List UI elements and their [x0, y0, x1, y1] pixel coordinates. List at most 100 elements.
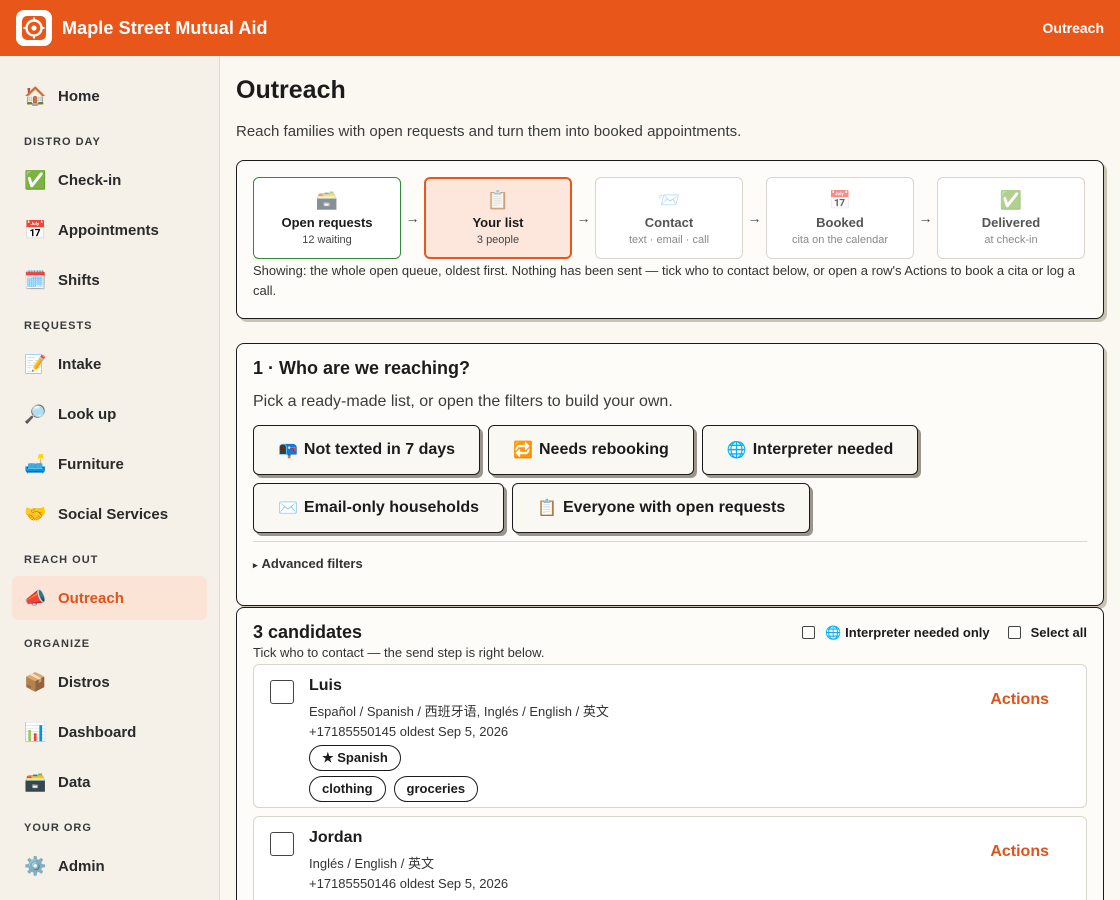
preset-label: Everyone with open requests [562, 499, 786, 516]
gear-icon: ⚙️ [24, 855, 47, 876]
sidebar: 🏠 Home DISTRO DAY ✅ Check-in 📅 Appointments 🗓… [0, 56, 220, 900]
magnifier-icon: 🔎 [24, 403, 47, 424]
house-icon: 🏠 [24, 85, 47, 106]
sidebar-item-outreach[interactable]: 📣 Outreach [12, 576, 207, 620]
sidebar-item-label: Appointments [58, 221, 159, 239]
preset-label: Email-only households [303, 499, 480, 516]
sidebar-item-label: Check-in [58, 171, 122, 189]
preset-email-only-households-button[interactable]: ✉️ Email-only households [253, 483, 505, 533]
clipboard-icon: 📋 [486, 190, 510, 210]
app-name[interactable]: Maple Street Mutual Aid [62, 18, 268, 39]
pipeline-step-open-requests[interactable]: 🗃️ Open requests 12 waiting [253, 177, 401, 259]
candidate-name: Luis [309, 677, 342, 694]
actions-button[interactable]: Actions [990, 843, 1049, 861]
sidebar-item-social-services[interactable]: 🤝 Social Services [12, 492, 207, 536]
step-subtitle: cita on the calendar [791, 234, 888, 246]
sidebar-item-label: Furniture [58, 455, 124, 473]
audience-title: 1 · Who are we reaching? [253, 358, 471, 378]
select-all[interactable]: Select all [1007, 625, 1087, 640]
candidate-row: Luis Español / Spanish / 西班牙语, Inglés / E… [253, 664, 1087, 808]
sidebar-item-check-in[interactable]: ✅ Check-in [12, 158, 207, 202]
advanced-filters-toggle[interactable]: ▸ Advanced filters [253, 556, 1087, 571]
actions-button[interactable]: Actions [990, 691, 1049, 709]
globe-icon: 🌐 [726, 442, 747, 459]
step-subtitle: 3 people [476, 234, 520, 246]
couch-icon: 🛋️ [24, 453, 47, 474]
step-subtitle: at check-in [984, 234, 1038, 246]
sidebar-item-label: Distros [58, 673, 110, 691]
arrow-right-icon: → [405, 210, 420, 226]
sidebar-item-appointments[interactable]: 📅 Appointments [12, 208, 207, 252]
select-all-checkbox[interactable] [1007, 626, 1021, 639]
envelope-icon: 📨 [657, 190, 681, 210]
pipeline-card: 🗃️ Open requests 12 waiting → 📋 Your list 3 pe… [236, 160, 1104, 319]
preset-label: Needs rebooking [539, 441, 669, 458]
clipboard-icon: 📋 [537, 500, 557, 517]
preset-needs-rebooking-button[interactable]: 🔁 Needs rebooking [488, 425, 694, 475]
advanced-filters-label: Advanced filters [261, 556, 363, 571]
org-logo-icon[interactable] [16, 10, 52, 46]
candidates-card: 3 candidates 🌐 Interpreter needed only S… [236, 607, 1104, 900]
tag-badge: clothing [309, 776, 386, 802]
step-title: Open requests [281, 215, 373, 230]
sidebar-item-data[interactable]: 🗃️ Data [12, 760, 207, 804]
pipeline-step-your-list[interactable]: 📋 Your list 3 people [424, 177, 572, 259]
candidate-name: Jordan [309, 829, 363, 846]
candidate-languages: Español / Spanish / 西班牙语, Inglés / Engli… [309, 704, 609, 719]
candidate-checkbox[interactable] [270, 680, 294, 704]
interpreter-filter-checkbox[interactable] [801, 626, 815, 639]
memo-icon: 📝 [24, 353, 47, 374]
interpreter-filter-label: Interpreter needed only [845, 625, 990, 640]
arrow-right-icon: → [576, 210, 591, 226]
sidebar-item-label: Home [58, 87, 100, 105]
header-outreach-link[interactable]: Outreach [1043, 20, 1104, 36]
sidebar-item-dashboard[interactable]: 📊 Dashboard [12, 710, 207, 754]
arrow-right-icon: → [918, 210, 933, 226]
preset-interpreter-needed-button[interactable]: 🌐 Interpreter needed [701, 425, 919, 475]
interpreter-filter[interactable]: 🌐 Interpreter needed only [801, 624, 990, 641]
pipeline-step-delivered[interactable]: ✅ Delivered at check-in [937, 177, 1085, 259]
sidebar-item-label: Social Services [58, 505, 169, 523]
sidebar-item-label: Outreach [58, 589, 124, 607]
tag-badge: groceries [393, 776, 479, 802]
audience-card: 1 · Who are we reaching? Pick a ready-ma… [236, 343, 1104, 606]
step-title: Delivered [981, 215, 1041, 230]
step-subtitle: 12 waiting [302, 234, 352, 246]
card-file-box-icon: 🗃️ [24, 771, 47, 792]
package-icon: 📦 [24, 671, 47, 692]
pipeline-step-booked[interactable]: 📅 Booked cita on the calendar [766, 177, 914, 259]
pipeline-note: Showing: the whole open queue, oldest fi… [253, 263, 1075, 298]
sidebar-section-label: REQUESTS [24, 320, 93, 332]
globe-icon: 🌐 [824, 624, 842, 640]
page-title: Outreach [236, 76, 346, 104]
pipeline-step-contact[interactable]: 📨 Contact text · email · call [595, 177, 743, 259]
sidebar-item-admin[interactable]: ⚙️ Admin [12, 844, 207, 888]
bar-chart-icon: 📊 [24, 721, 47, 742]
sidebar-item-furniture[interactable]: 🛋️ Furniture [12, 442, 207, 486]
sidebar-item-shifts[interactable]: 🗓️ Shifts [12, 258, 207, 302]
page-subtitle: Reach families with open requests and tu… [236, 123, 742, 140]
sidebar-section-label: YOUR ORG [24, 822, 92, 834]
preset-label: Not texted in 7 days [303, 441, 456, 458]
preset-not-texted-in-7-days-button[interactable]: 📭 Not texted in 7 days [253, 425, 481, 475]
sidebar-item-intake[interactable]: 📝 Intake [12, 342, 207, 386]
preset-list: 📭 Not texted in 7 days 🔁 Needs rebooking 🌐 In… [253, 425, 1093, 541]
preset-label: Interpreter needed [752, 441, 894, 458]
step-subtitle: text · email · call [628, 234, 710, 246]
step-title: Contact [644, 215, 694, 230]
select-all-label: Select all [1030, 625, 1087, 640]
candidate-languages: Inglés / English / 英文 [309, 856, 434, 871]
sidebar-item-label: Intake [58, 355, 102, 373]
mailbox-icon: 📭 [278, 442, 298, 459]
repeat-icon: 🔁 [513, 442, 533, 459]
sidebar-item-distros[interactable]: 📦 Distros [12, 660, 207, 704]
sidebar-item-home[interactable]: 🏠 Home [12, 74, 207, 118]
step-title: Your list [472, 215, 524, 230]
candidate-checkbox[interactable] [270, 832, 294, 856]
pipeline-steps: 🗃️ Open requests 12 waiting → 📋 Your list 3 pe… [253, 177, 1087, 259]
sidebar-section-label: REACH OUT [24, 554, 99, 566]
spiral-calendar-icon: 🗓️ [24, 269, 47, 290]
preset-everyone-with-open-requests-button[interactable]: 📋 Everyone with open requests [512, 483, 811, 533]
handshake-icon: 🤝 [24, 503, 47, 524]
sidebar-item-look-up[interactable]: 🔎 Look up [12, 392, 207, 436]
